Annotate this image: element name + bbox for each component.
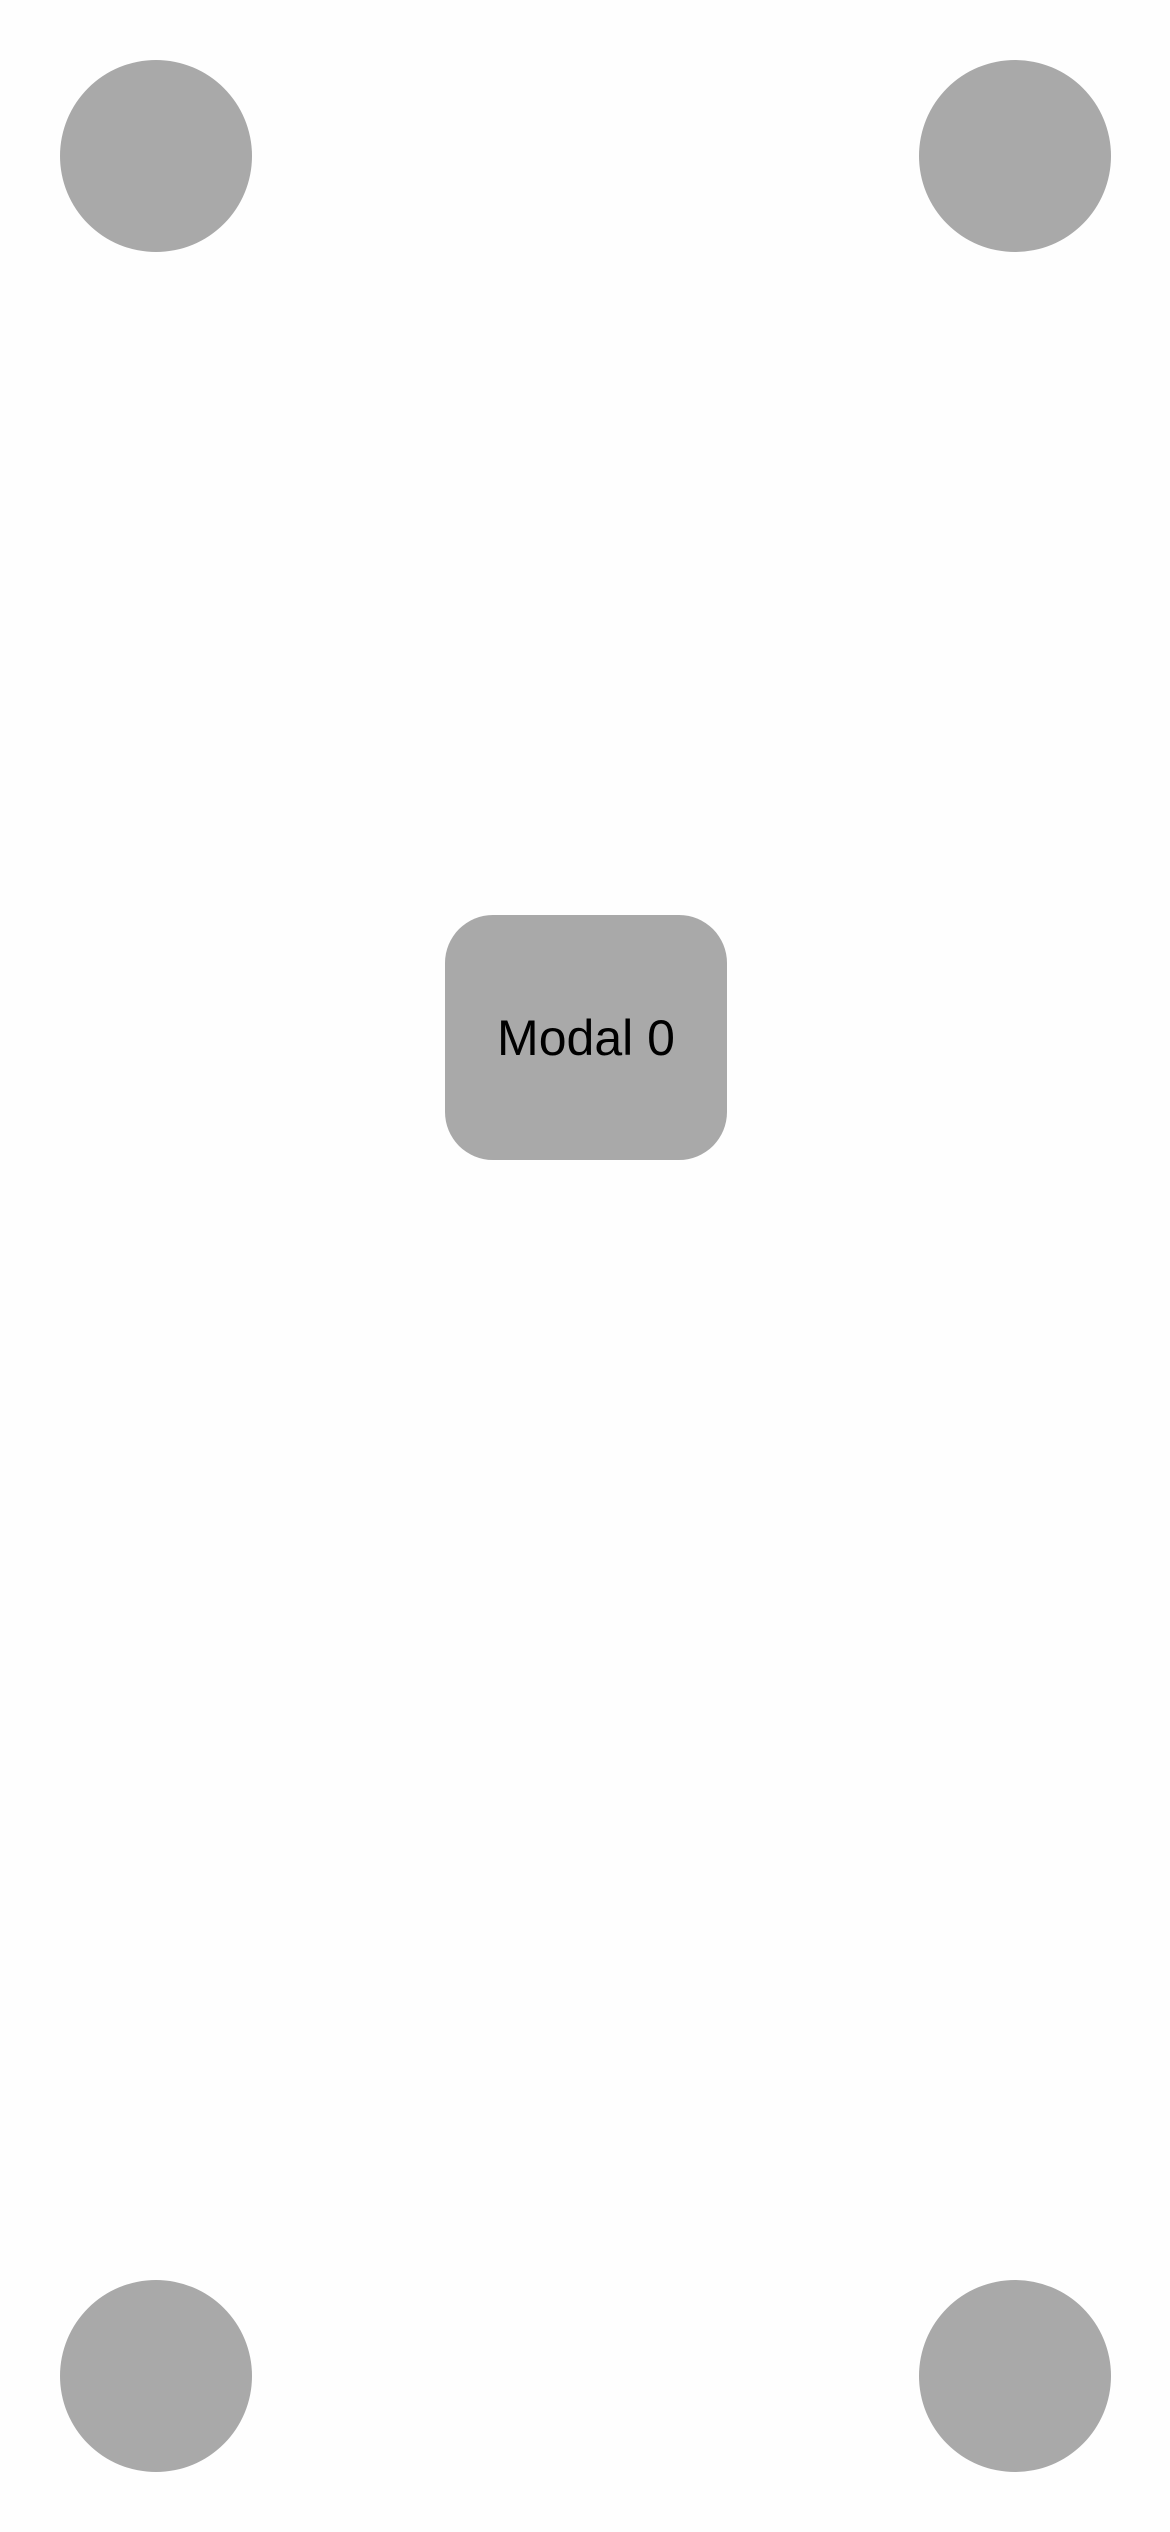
modal-label: Modal 0	[497, 1009, 675, 1066]
corner-button-bottom-left[interactable]	[60, 2280, 252, 2472]
modal-button[interactable]: Modal 0	[445, 915, 727, 1160]
corner-button-top-left[interactable]	[60, 60, 252, 252]
corner-button-bottom-right[interactable]	[919, 2280, 1111, 2472]
screen: Modal 0	[0, 0, 1170, 2532]
corner-button-top-right[interactable]	[919, 60, 1111, 252]
